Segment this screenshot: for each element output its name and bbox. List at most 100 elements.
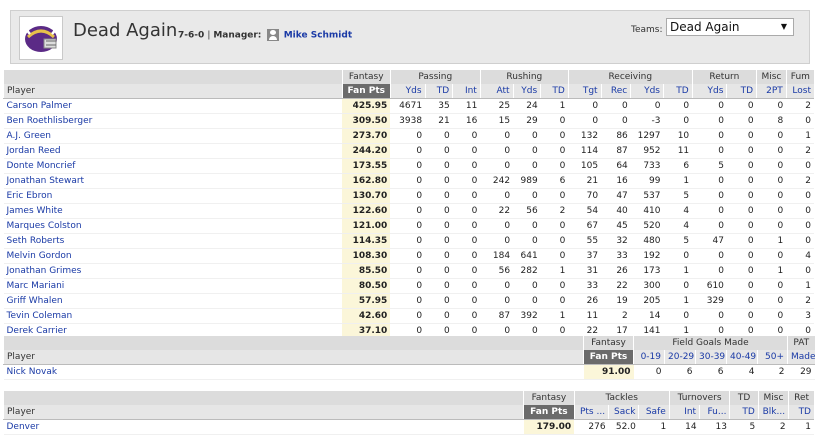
stat-cell: 87	[480, 308, 514, 324]
stat-cell: 0	[756, 143, 787, 159]
stat-cell: 0	[480, 278, 514, 294]
stat-cell: 0	[480, 293, 514, 309]
kicker-col-header[interactable]: 30-39	[695, 350, 727, 365]
defense-col-header[interactable]: Sack	[608, 405, 639, 420]
stat-cell: 0	[692, 173, 727, 189]
offense-col-header[interactable]: Fan Pts	[341, 84, 391, 99]
teams-select[interactable]: Dead Again ▼	[666, 18, 794, 36]
kicker-col-header[interactable]: 20-29	[664, 350, 696, 365]
stat-cell: 0	[452, 218, 481, 234]
teams-selected-value: Dead Again	[670, 20, 740, 34]
defense-col-header[interactable]: Fu...	[699, 405, 730, 420]
defense-col-header[interactable]: Pts ...	[573, 405, 609, 420]
stat-cell: 0	[425, 158, 453, 174]
kicker-col-header[interactable]: Fan Pts	[583, 350, 634, 365]
defense-col-header[interactable]: Safe	[638, 405, 670, 420]
stat-cell: 0	[452, 248, 481, 264]
stat-cell: 0	[663, 248, 693, 264]
player-name-link[interactable]: Donte Moncrief	[3, 158, 343, 174]
stat-cell: 242	[480, 173, 514, 189]
teams-label: Teams:	[631, 25, 663, 35]
offense-col-header[interactable]: 2PT	[756, 84, 787, 99]
offense-col-header[interactable]: Yds	[512, 84, 541, 99]
player-name-link[interactable]: Eric Ebron	[3, 188, 343, 204]
offense-col-header[interactable]: Yds	[691, 84, 727, 99]
defense-group-td: TD	[729, 391, 759, 405]
stat-cell: 0	[540, 218, 569, 234]
player-name-link[interactable]: Jonathan Grimes	[3, 263, 343, 279]
stat-cell: 1	[540, 263, 569, 279]
offense-col-header[interactable]: Yds	[630, 84, 664, 99]
player-name-link[interactable]: Ben Roethlisberger	[3, 113, 343, 129]
stat-cell: 0	[692, 128, 727, 144]
stat-cell: 2	[757, 364, 788, 380]
stat-cell: 1	[788, 419, 814, 435]
stat-cell: 0	[425, 263, 453, 279]
stat-cell: 11	[452, 98, 481, 114]
stat-cell: 1297	[630, 128, 664, 144]
kicker-col-header[interactable]: Made	[787, 350, 815, 365]
player-name-link[interactable]: James White	[3, 203, 343, 219]
stat-cell: 8	[756, 113, 787, 129]
player-name-link[interactable]: Melvin Gordon	[3, 248, 343, 264]
stat-cell: 329	[692, 293, 727, 309]
offense-col-header[interactable]: TD	[424, 84, 453, 99]
stat-cell: 0	[452, 128, 481, 144]
defense-col-header[interactable]: Fan Pts	[523, 405, 575, 420]
player-name-link[interactable]: Marc Mariani	[3, 278, 343, 294]
stat-cell: 21	[568, 173, 602, 189]
player-name-link[interactable]: Jonathan Stewart	[3, 173, 343, 189]
defense-col-header[interactable]: TD	[788, 405, 814, 420]
player-name-link[interactable]: Carson Palmer	[3, 98, 343, 114]
stat-cell: 0	[756, 308, 787, 324]
defense-col-header[interactable]: Blk...	[757, 405, 789, 420]
stat-cell: 0	[513, 188, 541, 204]
offense-col-header[interactable]: TD	[663, 84, 693, 99]
kicker-col-header[interactable]: 0-19	[633, 350, 665, 365]
defense-col-header[interactable]: Int	[668, 405, 700, 420]
stat-cell: 0	[726, 308, 757, 324]
stat-cell: 0	[692, 248, 727, 264]
offense-group-misc: Misc	[756, 70, 787, 84]
stat-cell: 0	[390, 128, 426, 144]
player-name-link[interactable]: Seth Roberts	[3, 233, 343, 249]
stat-cell: 4	[726, 364, 758, 380]
stat-cell: 10	[663, 128, 693, 144]
stat-cell: 0	[425, 203, 453, 219]
fantasy-points: 57.95	[342, 293, 391, 309]
defense-col-header[interactable]: TD	[729, 405, 759, 420]
stat-cell: 0	[425, 248, 453, 264]
offense-row: Jonathan Grimes 85.50 0 0 0 56 282 1 31 26 173 1 0 0 1…	[3, 263, 814, 279]
player-name-link[interactable]: Nick Novak	[3, 364, 584, 380]
player-name-link[interactable]: Jordan Reed	[3, 143, 343, 159]
stat-cell: 52.0	[608, 419, 639, 435]
manager-name-link[interactable]: Mike Schmidt	[284, 31, 352, 41]
player-name-link[interactable]: Marques Colston	[3, 218, 343, 234]
player-name-link[interactable]: Tevin Coleman	[3, 308, 343, 324]
offense-col-header[interactable]: TD	[540, 84, 569, 99]
stat-cell: 11	[568, 308, 602, 324]
stat-cell: 16	[601, 173, 631, 189]
stat-cell: 0	[540, 128, 569, 144]
stat-cell: 410	[630, 203, 664, 219]
offense-col-header[interactable]: Att	[479, 84, 514, 99]
offense-col-header[interactable]: Int	[452, 84, 481, 99]
offense-col-header[interactable]: Tgt	[567, 84, 602, 99]
offense-col-header[interactable]: Yds	[389, 84, 426, 99]
defense-row: Denver 179.00 276 52.0 1 14 13 5 2 1	[3, 419, 814, 435]
team-header: Dead Again 7-6-0 | Manager: Mike Schmidt…	[10, 10, 810, 64]
offense-col-header[interactable]: Lost	[785, 84, 814, 99]
stat-cell: 0	[452, 233, 481, 249]
player-name-link[interactable]: A.J. Green	[3, 128, 343, 144]
stat-cell: 641	[513, 248, 541, 264]
fantasy-points: 179.00	[523, 419, 575, 435]
kicker-col-header[interactable]: 40-49	[726, 350, 758, 365]
kicker-col-header[interactable]: 50+	[756, 350, 788, 365]
stat-cell: 0	[726, 158, 757, 174]
player-name-link[interactable]: Denver	[3, 419, 524, 435]
stat-cell: 0	[480, 128, 514, 144]
player-name-link[interactable]: Griff Whalen	[3, 293, 343, 309]
offense-col-header[interactable]: Rec	[600, 84, 631, 99]
stat-cell: 0	[692, 188, 727, 204]
offense-col-header[interactable]: TD	[726, 84, 757, 99]
